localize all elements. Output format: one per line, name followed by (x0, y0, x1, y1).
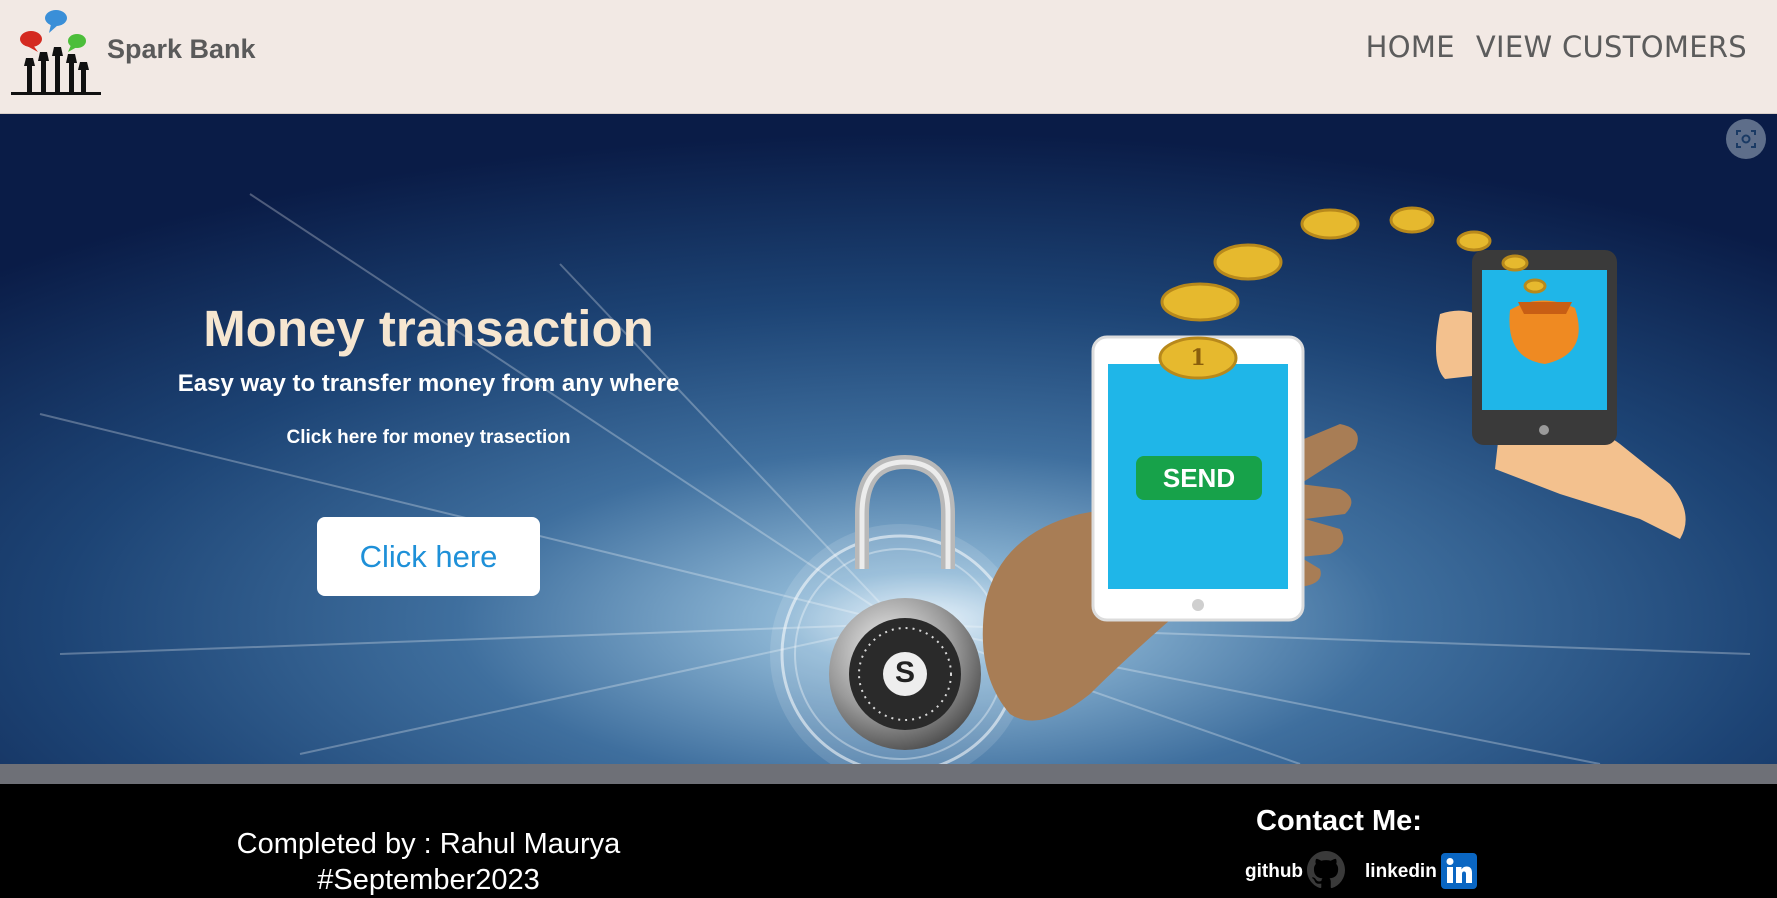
credit-author: Completed by : Rahul Maurya (236, 828, 621, 860)
contact-links: github linkedin (1245, 851, 1477, 889)
brand-name[interactable]: Spark Bank (107, 34, 256, 65)
main-nav: HOME VIEW CUSTOMERS (1366, 30, 1747, 64)
top-navbar: Spark Bank HOME VIEW CUSTOMERS (0, 0, 1777, 114)
section-divider (0, 764, 1777, 784)
contact-title: Contact Me: (1256, 805, 1422, 837)
lock-logo-label: S (894, 656, 915, 689)
credit-block: Completed by : Rahul Maurya #September20… (0, 826, 857, 898)
send-label: SEND (1162, 463, 1236, 493)
click-here-button[interactable]: Click here (317, 517, 540, 596)
linkedin-label[interactable]: linkedin (1365, 861, 1437, 889)
linkedin-link[interactable]: linkedin (1365, 853, 1477, 889)
coin-value-label: 1 (1190, 345, 1206, 371)
github-link[interactable]: github (1245, 851, 1346, 889)
footer: Completed by : Rahul Maurya #September20… (0, 784, 1777, 896)
screenshot-capture-icon (1736, 130, 1756, 148)
hero-subtitle: Easy way to transfer money from any wher… (177, 370, 680, 397)
credit-date-tag: #September2023 (317, 864, 540, 896)
github-icon[interactable] (1307, 851, 1346, 889)
nav-home-link[interactable]: HOME (1366, 30, 1455, 64)
linkedin-icon[interactable] (1440, 853, 1477, 889)
logo-icon[interactable] (11, 6, 101, 98)
hero-hint-text: Click here for money trasection (286, 427, 571, 448)
screenshot-capture-button[interactable] (1726, 119, 1766, 159)
nav-view-customers-link[interactable]: VIEW CUSTOMERS (1476, 30, 1747, 64)
github-label[interactable]: github (1245, 861, 1303, 889)
hero-banner: SEND 1 S Money transaction Easy way to t… (0, 114, 1777, 764)
hero-title: Money transaction (203, 300, 654, 357)
